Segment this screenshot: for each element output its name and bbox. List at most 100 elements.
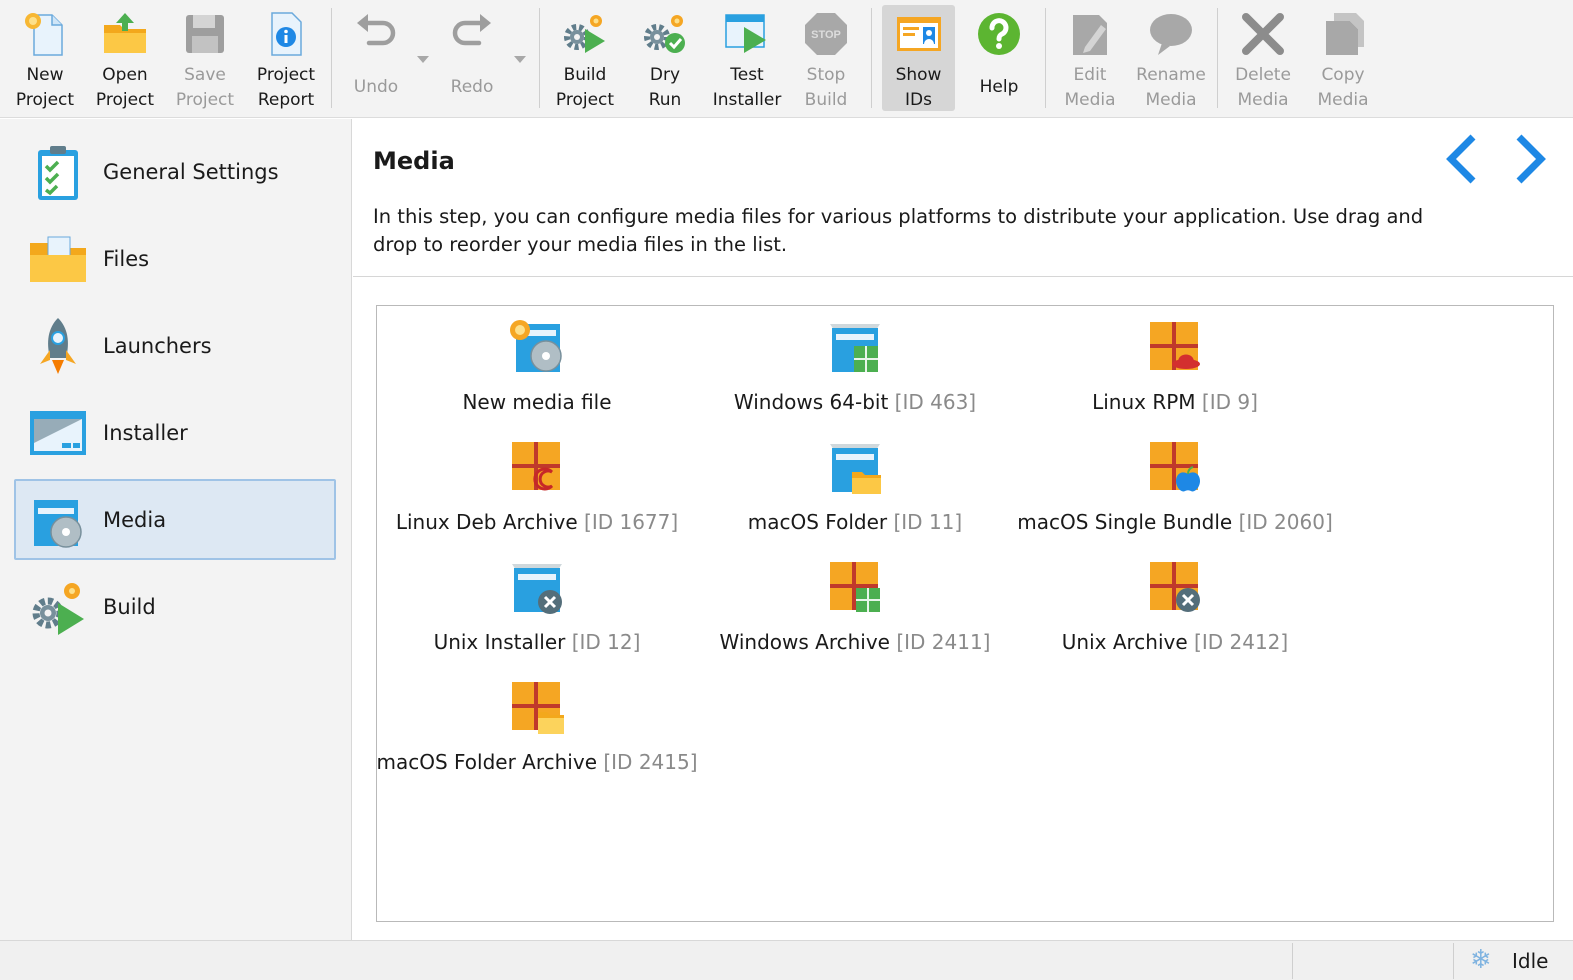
delete-x-icon	[1238, 9, 1288, 59]
macos-folder-icon	[826, 438, 884, 496]
undo-label: Undo	[353, 77, 399, 97]
previous-step-button[interactable]	[1439, 131, 1487, 187]
page-description: In this step, you can configure media fi…	[373, 205, 1424, 256]
speech-bubble-icon	[1146, 9, 1196, 59]
open-project-button[interactable]: Open Project	[88, 5, 162, 111]
unix-installer-icon	[508, 558, 566, 616]
sidebar-item-files[interactable]: Files	[14, 218, 336, 299]
media-item-linux-deb[interactable]: Linux Deb Archive [ID 1677]	[377, 438, 697, 548]
dry-run-button[interactable]: Dry Run	[628, 5, 702, 111]
chevron-right-icon	[1516, 134, 1546, 184]
redo-label: Redo	[450, 77, 494, 97]
media-item-unix-installer[interactable]: Unix Installer [ID 12]	[377, 558, 697, 668]
media-item-macos-folder-archive[interactable]: macOS Folder Archive [ID 2415]	[376, 678, 698, 788]
undo-button[interactable]: Undo	[340, 5, 412, 111]
open-folder-icon	[100, 9, 150, 59]
snowflake-icon: ❄	[1470, 945, 1492, 975]
build-gear-play-icon	[560, 9, 610, 59]
media-item-new[interactable]: New media file	[377, 318, 697, 428]
media-item-label: Windows Archive [ID 2411]	[719, 630, 991, 654]
media-item-label: Unix Installer [ID 12]	[433, 630, 641, 654]
dry-run-label: Dry Run	[648, 65, 682, 110]
delete-media-label: Delete Media	[1235, 65, 1291, 110]
sidebar-item-launchers[interactable]: Launchers	[14, 305, 336, 386]
toolbar-separator	[539, 8, 540, 108]
sidebar-item-media[interactable]: Media	[14, 479, 336, 560]
delete-media-button[interactable]: Delete Media	[1226, 5, 1300, 111]
media-item-windows-64[interactable]: Windows 64-bit [ID 463]	[695, 318, 1015, 428]
linux-rpm-archive-icon	[1146, 318, 1204, 376]
sidebar-item-label: General Settings	[103, 159, 279, 184]
media-item-label: macOS Single Bundle [ID 2060]	[1017, 510, 1333, 534]
media-item-label: Linux Deb Archive [ID 1677]	[395, 510, 679, 534]
stop-build-button[interactable]: STOP Stop Build	[790, 5, 862, 111]
sidebar-item-label: Files	[103, 246, 150, 271]
redo-button[interactable]: Redo	[436, 5, 508, 111]
media-item-linux-rpm[interactable]: Linux RPM [ID 9]	[1015, 318, 1335, 428]
chevron-left-icon	[1446, 134, 1476, 184]
svg-text:STOP: STOP	[811, 29, 841, 41]
media-item-label: New media file	[462, 390, 612, 414]
media-disc-icon	[28, 490, 88, 550]
sidebar-item-build[interactable]: Build	[14, 566, 336, 647]
help-button[interactable]: Help	[962, 5, 1036, 111]
new-project-button[interactable]: New Project	[8, 5, 82, 111]
toolbar-separator	[331, 8, 332, 108]
project-report-button[interactable]: Project Report	[248, 5, 324, 111]
show-ids-toggle[interactable]: Show IDs	[882, 5, 955, 111]
rename-media-button[interactable]: Rename Media	[1132, 5, 1210, 111]
status-separator	[1292, 943, 1293, 979]
status-bar: ❄ Idle	[0, 940, 1573, 980]
redo-arrow-icon	[447, 9, 497, 59]
edit-media-icon	[1065, 9, 1115, 59]
sidebar-item-label: Launchers	[103, 333, 212, 358]
build-project-button[interactable]: Build Project	[548, 5, 622, 111]
media-item-windows-archive[interactable]: Windows Archive [ID 2411]	[695, 558, 1015, 668]
status-separator	[1453, 943, 1454, 979]
clipboard-checklist-icon	[28, 142, 88, 202]
test-installer-button[interactable]: Test Installer	[708, 5, 786, 111]
installer-window-icon	[28, 403, 88, 463]
toolbar-separator	[871, 8, 872, 108]
save-project-button[interactable]: Save Project	[168, 5, 242, 111]
header-divider	[353, 276, 1573, 277]
folder-icon	[28, 229, 88, 289]
build-project-label: Build Project	[555, 65, 615, 110]
report-info-icon	[261, 9, 311, 59]
dry-run-gear-check-icon	[640, 9, 690, 59]
media-item-macos-folder[interactable]: macOS Folder [ID 11]	[695, 438, 1015, 548]
copy-media-button[interactable]: Copy Media	[1306, 5, 1380, 111]
media-item-unix-archive[interactable]: Unix Archive [ID 2412]	[1015, 558, 1335, 668]
test-installer-label: Test Installer	[712, 65, 782, 110]
redo-dropdown-arrow[interactable]	[514, 56, 526, 63]
media-list[interactable]: New media file Windows 64-bit [ID 463] L…	[376, 305, 1554, 922]
undo-dropdown-arrow[interactable]	[417, 56, 429, 63]
stop-build-label: Stop Build	[804, 65, 848, 110]
help-question-icon	[974, 9, 1024, 59]
macos-bundle-archive-icon	[1146, 438, 1204, 496]
rename-media-label: Rename Media	[1136, 65, 1206, 110]
edit-media-button[interactable]: Edit Media	[1054, 5, 1126, 111]
media-item-label: macOS Folder [ID 11]	[747, 510, 963, 534]
floppy-disk-icon	[180, 9, 230, 59]
rocket-icon	[28, 316, 88, 376]
media-item-label: macOS Folder Archive [ID 2415]	[376, 750, 698, 774]
next-step-button[interactable]	[1505, 131, 1553, 187]
save-project-label: Save Project	[175, 65, 235, 110]
project-report-label: Project Report	[256, 65, 316, 110]
sidebar-item-general-settings[interactable]: General Settings	[14, 131, 336, 212]
toolbar-separator	[1045, 8, 1046, 108]
media-item-label: Unix Archive [ID 2412]	[1061, 630, 1289, 654]
sidebar-item-label: Installer	[103, 420, 188, 445]
new-media-file-icon	[508, 318, 566, 376]
undo-arrow-icon	[351, 9, 401, 59]
windows-installer-icon	[826, 318, 884, 376]
copy-document-icon	[1318, 9, 1368, 59]
step-sidebar: General Settings Files Launchers Install…	[0, 119, 352, 940]
id-card-icon	[894, 9, 944, 59]
sidebar-item-installer[interactable]: Installer	[14, 392, 336, 473]
stop-sign-icon: STOP	[801, 9, 851, 59]
build-gear-icon	[28, 577, 88, 637]
macos-folder-archive-icon	[508, 678, 566, 736]
media-item-macos-single-bundle[interactable]: macOS Single Bundle [ID 2060]	[1015, 438, 1335, 548]
